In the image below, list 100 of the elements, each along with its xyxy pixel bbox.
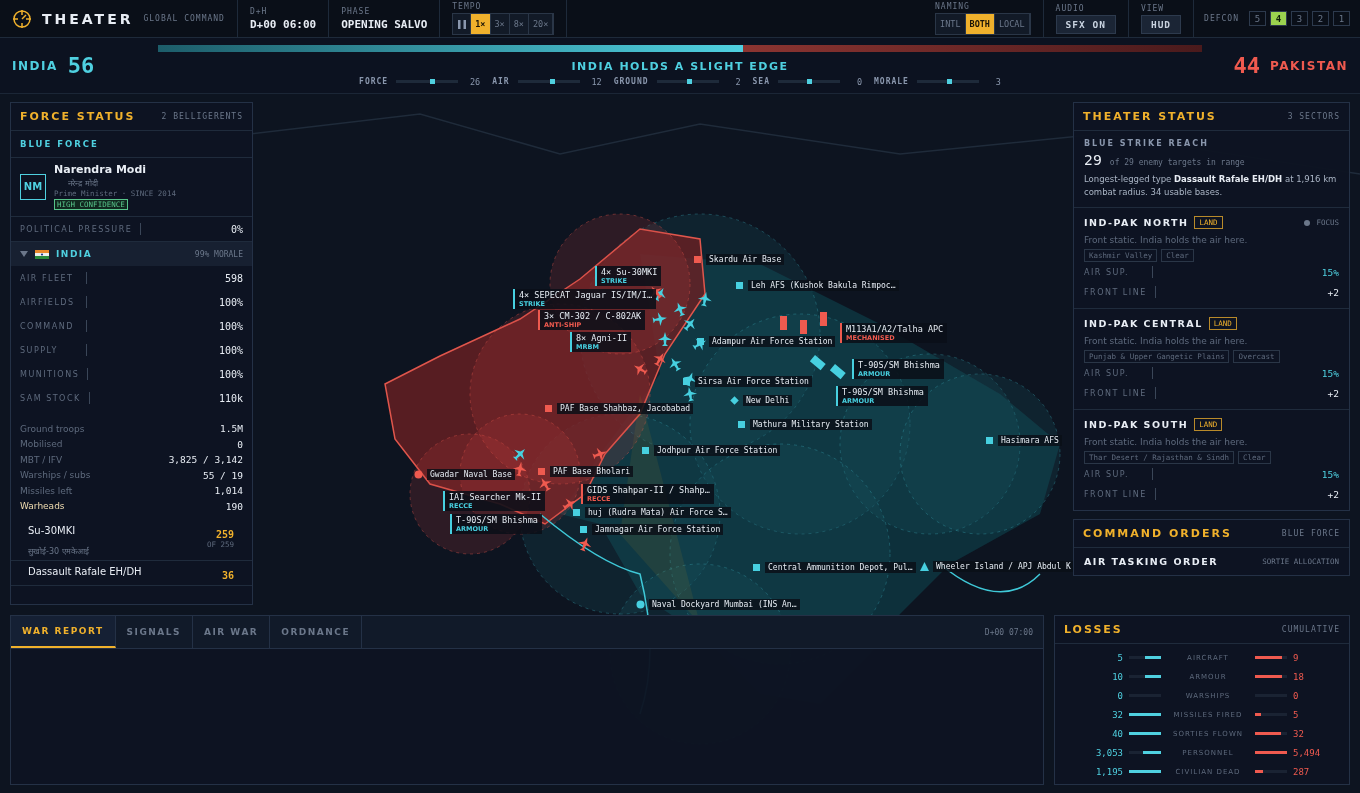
unit-marker-icon[interactable] [780,316,787,330]
unit-name[interactable]: GIDS Shahpar-II / Shahp… [587,485,710,495]
stat-value: 15% [1321,266,1339,278]
defcon-level[interactable]: 2 [1312,11,1329,26]
loss-count: 32 [1111,708,1123,722]
aircraft-icon[interactable] [652,312,667,327]
map-place-label[interactable]: Sirsa Air Force Station [695,376,812,387]
defcon-level[interactable]: 3 [1291,11,1308,26]
report-tab[interactable]: AIR WAR [193,616,271,648]
pause-button[interactable] [453,14,472,34]
detail-label: MBT / IFV [20,454,63,465]
unit-name[interactable]: M113A1/A2/Talha APC [846,324,944,334]
speed-button[interactable]: 1× [471,14,491,34]
report-tab[interactable]: ORDNANCE [270,616,363,648]
unit-marker-icon[interactable] [809,355,826,371]
map-place-label[interactable]: Hasimara AFS [998,435,1062,446]
unit-name[interactable]: 4× SEPECAT Jaguar IS/IM/I… [519,290,653,300]
stat-label: MUNITIONS [20,369,80,379]
naming-option[interactable]: INTL [936,14,966,34]
aircraft-icon[interactable] [673,302,687,317]
unit-name[interactable]: T-90S/SM Bhishma [456,515,538,525]
sfx-button[interactable]: SFX ON [1055,14,1116,34]
detail-value: 55 / 19 [202,469,243,481]
sector-summary: Front static. India holds the air here. [1084,235,1249,245]
map-place-label[interactable]: Gwadar Naval Base [427,469,515,480]
aircraft-count: 259 [215,529,234,540]
detail-label: Missiles left [20,485,73,496]
defcon-level[interactable]: 1 [1333,11,1350,26]
report-tab[interactable]: SIGNALS [115,616,193,648]
aircraft-icon[interactable] [512,462,527,477]
loss-count: 9 [1293,651,1300,665]
clock-value: D+00 06:00 [249,17,317,31]
unit-name[interactable]: T-90S/SM Bhishma [858,360,940,370]
speed-button[interactable]: 20× [529,14,554,34]
map-place-label[interactable]: Jodhpur Air Force Station [654,445,781,456]
unit-name[interactable]: 3× CM-302 / C-802AK [544,311,642,321]
map-place-label[interactable]: Mathura Military Station [750,419,872,430]
metric-value: 26 [468,76,481,87]
metric-value: 0 [855,76,862,87]
map-place-label[interactable]: PAF Base Bholari [550,466,634,477]
audio-label: AUDIO [1055,3,1085,13]
map-place-label[interactable]: Wheeler Island / APJ Abdul K [933,561,1074,572]
force-label: BLUE FORCE [11,131,252,158]
stat-label: SAM STOCK [20,393,81,403]
loss-count: 18 [1293,670,1305,684]
map-place-label[interactable]: Leh AFS (Kushok Bakula Rimpoc… [748,280,899,291]
aircraft-icon[interactable] [658,332,672,346]
reach-caption: of 29 enemy targets in range [1109,158,1245,167]
detail-value: 1,014 [214,485,243,497]
phase-label: PHASE [341,6,371,16]
score-headline: INDIA HOLDS A SLIGHT EDGE [571,59,789,73]
reach-label: BLUE STRIKE REACH [1084,139,1210,148]
aircraft-icon[interactable] [669,357,682,372]
speed-button[interactable]: 3× [490,14,510,34]
naming-option[interactable]: BOTH [965,14,995,34]
map-place-label[interactable]: New Delhi [743,395,793,406]
aircraft-name: Dassault Rafale EH/DH [28,566,142,577]
aircraft-icon[interactable] [539,477,552,492]
initials-avatar: NM [20,173,46,200]
unit-name[interactable]: IAI Searcher Mk-II [449,492,542,502]
map-place-label[interactable]: Adampur Air Force Station [709,336,836,347]
map-place-label[interactable]: Central Ammunition Depot, Pul… [765,562,916,573]
stat-value: 598 [224,272,243,284]
map-place-label[interactable]: Jamnagar Air Force Station [592,524,724,535]
map-place-label[interactable]: Naval Dockyard Mumbai (INS An… [649,599,800,610]
naming-label: NAMING [935,2,970,11]
detail-label: Ground troops [20,423,85,434]
panel-title: LOSSES [1064,623,1123,636]
nation-header[interactable]: INDIA 99% MORALE [11,242,252,266]
unit-name[interactable]: T-90S/SM Bhishma [842,387,924,397]
map-place-label[interactable]: PAF Base Shahbaz, Jacobabad [557,403,694,414]
aircraft-icon[interactable] [683,387,698,402]
loss-count: 0 [1116,689,1123,703]
naming-option[interactable]: LOCAL [995,14,1030,34]
unit-name[interactable]: 8× Agni-II [576,333,628,343]
unit-marker-icon[interactable] [820,312,827,326]
unit-marker-icon[interactable] [829,364,846,380]
unit-marker-icon[interactable] [800,320,807,334]
speed-button[interactable]: 8× [509,14,529,34]
loss-count: 1,195 [1094,765,1123,779]
aircraft-icon[interactable] [578,537,592,552]
sector-name: IND-PAK NORTH [1084,217,1189,228]
aircraft-native-name: सुखोई-30 एमकेआई [28,546,89,556]
aircraft-icon[interactable] [697,292,712,307]
aircraft-count: 36 [221,570,234,581]
defcon-level[interactable]: 5 [1249,11,1266,26]
aircraft-icon[interactable] [683,318,695,332]
reach-description: Longest-legged type Dassault Rafale EH/DH at 1,916 km combat radius. 34 usable bases. [1084,173,1338,199]
map-place-label[interactable]: huj (Rudra Mata) Air Force S… [585,507,731,518]
panel-meta: 3 SECTORS [1287,112,1340,121]
defcon-level[interactable]: 4 [1270,11,1287,26]
detail-label: Warheads [20,501,65,512]
hud-button[interactable]: HUD [1140,14,1182,34]
panel-meta: BLUE FORCE [1281,529,1340,538]
unit-name[interactable]: 4× Su-30MKI [601,267,658,277]
stat-label: AIR FLEET [20,273,75,283]
report-tab[interactable]: WAR REPORT [11,616,116,648]
aircraft-icon[interactable] [562,498,577,511]
map-place-label[interactable]: Skardu Air Base [706,254,785,265]
aircraft-icon[interactable] [512,449,525,462]
